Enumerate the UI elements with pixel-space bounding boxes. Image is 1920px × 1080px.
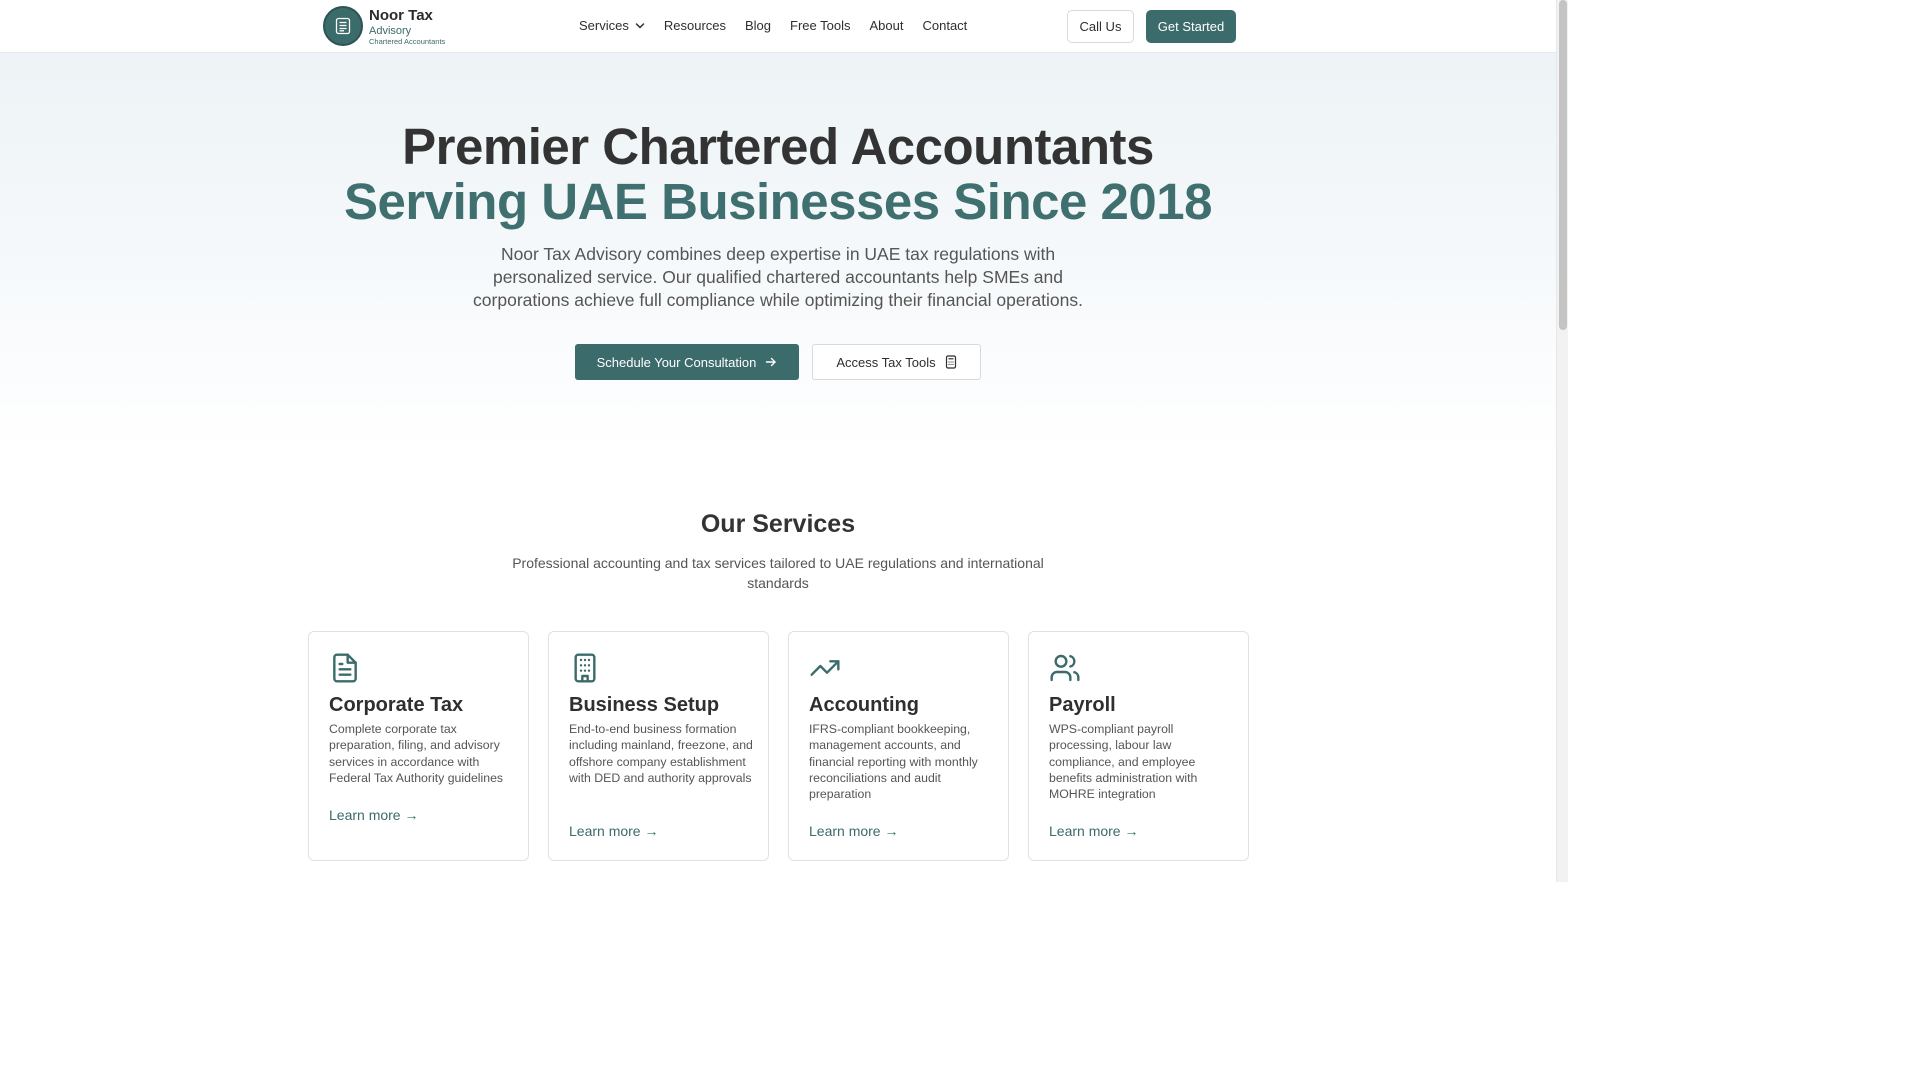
nav-item-services[interactable]: Services — [579, 18, 645, 33]
nav-item-label: Blog — [745, 18, 772, 33]
brand-name: Noor Tax — [369, 7, 433, 25]
learn-more-link[interactable]: Learn more → — [569, 823, 658, 839]
hero-section: Premier Chartered Accountants Serving UA… — [0, 53, 1556, 453]
users-icon — [1049, 652, 1081, 684]
nav-item-label: Contact — [922, 18, 968, 33]
calculator-icon — [945, 355, 956, 369]
nav-item-about[interactable]: About — [870, 18, 904, 33]
nav-item-contact[interactable]: Contact — [922, 18, 967, 33]
page-scrollbar[interactable] — [1556, 0, 1568, 882]
call-us-button[interactable]: Call Us — [1067, 10, 1134, 43]
brand-sub: Advisory — [369, 25, 412, 38]
arrow-right-icon — [766, 357, 777, 367]
card-description: Complete corporate tax preparation, fili… — [329, 722, 504, 785]
nav-item-label: About — [869, 18, 904, 33]
card-description: End-to-end business formation including … — [569, 722, 753, 785]
hero-title: Premier Chartered Accountants — [402, 118, 1154, 175]
card-description: IFRS-compliant bookkeeping, management a… — [809, 722, 978, 802]
document-icon — [329, 652, 361, 684]
brand-tagline: Chartered Accountants — [369, 37, 446, 47]
scrollbar-thumb[interactable] — [1559, 0, 1567, 330]
brand-logo[interactable]: Noor Tax Advisory Chartered Accountants — [323, 6, 445, 46]
learn-more-link[interactable]: Learn more → — [329, 807, 418, 823]
nav-item-label: Services — [579, 18, 629, 33]
building-icon — [569, 652, 601, 684]
card-title: Corporate Tax — [329, 694, 464, 716]
hero-description: Noor Tax Advisory combines deep expertis… — [473, 244, 1083, 310]
service-card-business-setup[interactable]: Business Setup End-to-end business forma… — [548, 631, 769, 861]
nav-item-label: Resources — [663, 18, 726, 33]
service-card-accounting[interactable]: Accounting IFRS-compliant bookkeeping, m… — [788, 631, 1009, 861]
services-subtitle: Professional accounting and tax services… — [512, 555, 1044, 591]
access-tax-tools-button[interactable]: Access Tax Tools — [812, 344, 981, 380]
learn-more-link[interactable]: Learn more → — [809, 823, 898, 839]
trending-up-icon — [809, 652, 841, 684]
main-nav: Services Resources Blog Free Tools About… — [579, 18, 967, 33]
calculator-icon — [323, 6, 363, 46]
nav-item-label: Free Tools — [790, 18, 851, 33]
service-card-payroll[interactable]: Payroll WPS-compliant payroll processing… — [1028, 631, 1249, 861]
site-header: Noor Tax Advisory Chartered Accountants … — [0, 0, 1556, 53]
services-title: Our Services — [700, 510, 856, 538]
access-tax-tools-label: Access Tax Tools — [836, 354, 936, 370]
card-title: Payroll — [1049, 694, 1116, 716]
card-title: Business Setup — [569, 694, 720, 716]
card-description: WPS-compliant payroll processing, labour… — [1049, 722, 1198, 802]
card-title: Accounting — [809, 694, 919, 716]
schedule-consultation-label: Schedule Your Consultation — [596, 354, 757, 370]
hero-title-accent: Serving UAE Businesses Since 2018 — [344, 173, 1212, 230]
nav-item-blog[interactable]: Blog — [745, 18, 771, 33]
nav-item-resources[interactable]: Resources — [664, 18, 726, 33]
chevron-down-icon — [635, 22, 645, 28]
learn-more-link[interactable]: Learn more → — [1049, 823, 1138, 839]
service-card-corporate-tax[interactable]: Corporate Tax Complete corporate tax pre… — [308, 631, 529, 861]
get-started-button[interactable]: Get Started — [1146, 10, 1236, 43]
schedule-consultation-button[interactable]: Schedule Your Consultation — [575, 344, 799, 380]
nav-item-free-tools[interactable]: Free Tools — [790, 18, 850, 33]
